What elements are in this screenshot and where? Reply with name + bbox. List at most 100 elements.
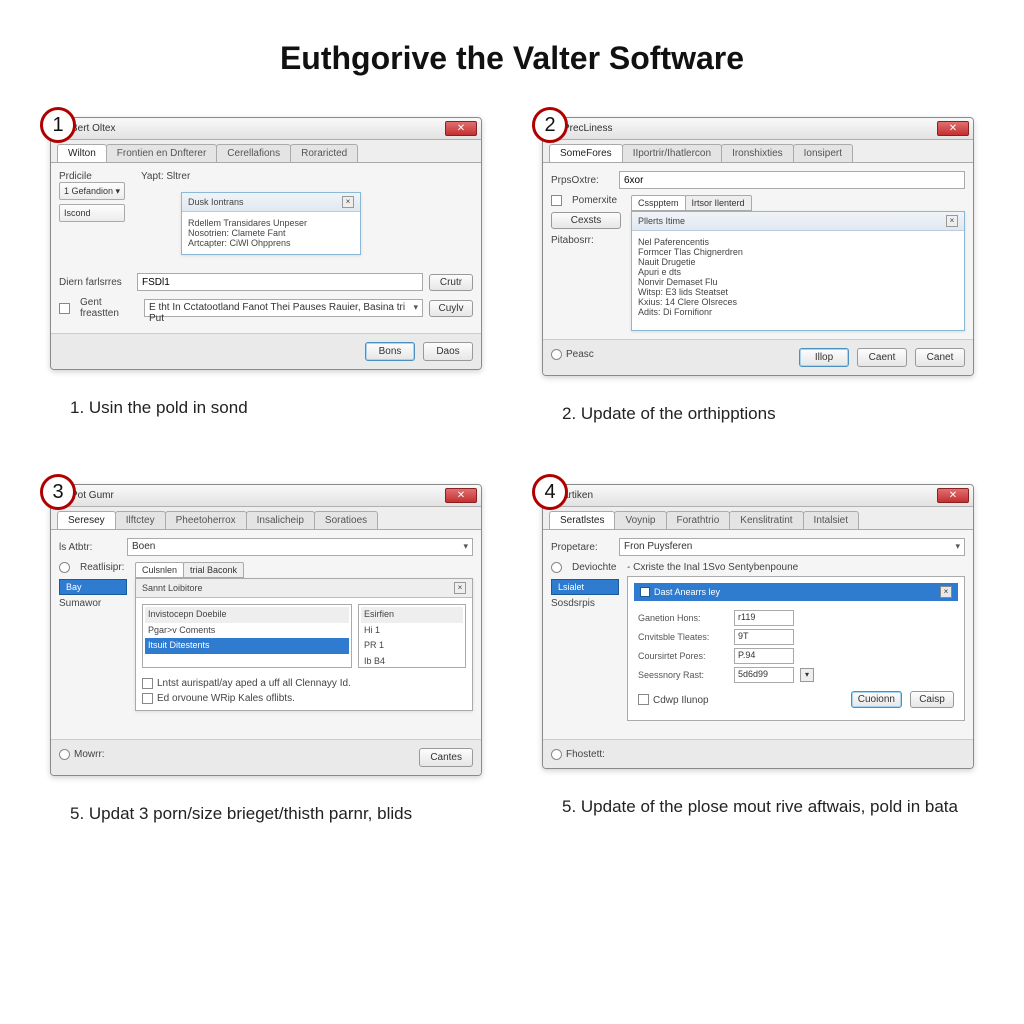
custom-button[interactable]: Cuoionn (851, 691, 902, 708)
titlebar[interactable]: Pot Gumr ✕ (51, 485, 481, 507)
tab-seratlstes[interactable]: Seratlstes (549, 511, 615, 529)
cexsts-button[interactable]: Cexsts (551, 212, 621, 229)
list-item: Formcer Tlas Chignerdren (638, 247, 958, 257)
sub-tab-irtsor[interactable]: Irtsor Ilenterd (685, 195, 752, 211)
field-input[interactable] (137, 273, 423, 291)
grid-panel: Sannt Loibitore × Invistocepn Doebile Pg… (135, 578, 473, 711)
panel-close-icon[interactable]: × (454, 582, 466, 594)
radio-option[interactable]: Fhostett: (551, 748, 605, 760)
panel-close-icon[interactable]: × (946, 215, 958, 227)
sidebar-item-bay[interactable]: Bay (59, 579, 127, 595)
canet-button[interactable]: Canet (915, 348, 965, 367)
list-item: Adits: Di Fornifionr (638, 307, 958, 317)
create-button[interactable]: Crutr (429, 274, 473, 291)
panel-header-band: Dast Anearrs ley × (634, 583, 958, 601)
tab-ilftctey[interactable]: Ilftctey (115, 511, 166, 529)
sub-tab-csspptem[interactable]: Csspptem (631, 195, 686, 211)
daos-button[interactable]: Daos (423, 342, 473, 361)
bons-button[interactable]: Bons (365, 342, 415, 361)
step-badge-4: 4 (532, 474, 568, 510)
sidebar-item-gefandion[interactable]: 1 Gefandion ▾ (59, 182, 125, 200)
titlebar[interactable]: PrecLiness ✕ (543, 118, 973, 140)
checkbox[interactable] (59, 303, 70, 314)
button-bar: Bons Daos (51, 333, 481, 369)
tab-wilton[interactable]: Wilton (57, 144, 107, 162)
prop-input[interactable]: 5d6d99 (734, 667, 794, 683)
step-4: 4 artiken ✕ Seratlstes Voynip Forathtrio… (542, 484, 974, 824)
sidebar-label: Prdicile (59, 171, 125, 182)
field-input[interactable] (619, 171, 965, 189)
combo-box[interactable]: Boen (127, 538, 473, 556)
close-icon[interactable]: ✕ (445, 121, 477, 136)
sub-tab-strip: Culsnlen trial Baconk (135, 562, 473, 578)
checkbox[interactable] (551, 195, 562, 206)
sub-tab-culsnlen[interactable]: Culsnlen (135, 562, 184, 578)
caent-button[interactable]: Caent (857, 348, 907, 367)
list-item[interactable]: Pgar>v Coments (145, 623, 349, 639)
panel-header: Pllerts Itime × (632, 212, 964, 231)
panel-line: Nosotrien: Clamete Fant (188, 228, 354, 238)
tab-ironshixties[interactable]: Ironshixties (721, 144, 794, 162)
titlebar[interactable]: artiken ✕ (543, 485, 973, 507)
tab-insalicheip[interactable]: Insalicheip (246, 511, 315, 529)
list-item: Nonvir Demaset Flu (638, 277, 958, 287)
prop-input[interactable]: 9T (734, 629, 794, 645)
tab-strip: Seratlstes Voynip Forathtrio Kenslitrati… (543, 507, 973, 529)
tab-voynip[interactable]: Voynip (614, 511, 666, 529)
tab-cerellafions[interactable]: Cerellafions (216, 144, 291, 162)
combo-box[interactable]: Fron Puysferen (619, 538, 965, 556)
sidebar-item-iscond[interactable]: Iscond (59, 204, 125, 222)
panel-line: Rdellem Transidares Unpeser (188, 218, 354, 228)
panel-close-icon[interactable]: × (940, 586, 952, 598)
illop-button[interactable]: Illop (799, 348, 849, 367)
radio[interactable] (551, 562, 562, 573)
caisp-button[interactable]: Caisp (910, 691, 954, 708)
close-icon[interactable]: ✕ (937, 488, 969, 503)
value-item: Hi 1 (361, 623, 463, 639)
checkbox-label: Pomerxite (572, 195, 617, 206)
step-caption: 5. Update of the plose mout rive aftwais… (542, 797, 974, 817)
tab-soratioes[interactable]: Soratioes (314, 511, 378, 529)
tab-intalsiet[interactable]: Intalsiet (803, 511, 859, 529)
window-title: Bert Oltex (71, 123, 115, 134)
option-check-2[interactable]: Ed orvoune WRip Kales oflibts. (142, 693, 466, 704)
sidebar-item-sumawor[interactable]: Sumawor (59, 598, 127, 609)
tab-ionsipert[interactable]: Ionsipert (793, 144, 853, 162)
radio-option[interactable]: Peasc (551, 348, 594, 367)
radio[interactable] (59, 562, 70, 573)
combo-box[interactable]: E tht In Cctatootland Fanot Thei Pauses … (144, 299, 423, 317)
tab-strip: Seresey Ilftctey Pheetoherrox Insalichei… (51, 507, 481, 529)
sidebar-label: Deviochte (572, 562, 616, 573)
sub-tab-trial[interactable]: trial Baconk (183, 562, 244, 578)
list-item: Nel Paferencentis (638, 237, 958, 247)
titlebar[interactable]: Bert Oltex ✕ (51, 118, 481, 140)
cantes-button[interactable]: Cantes (419, 748, 473, 767)
close-icon[interactable]: ✕ (937, 121, 969, 136)
list-item-selected[interactable]: Itsuit Ditestents (145, 638, 349, 654)
close-icon[interactable]: ✕ (445, 488, 477, 503)
step-3: 3 Pot Gumr ✕ Seresey Ilftctey Pheetoherr… (50, 484, 482, 824)
radio-option[interactable]: Mowrr: (59, 748, 105, 767)
tab-iportrir[interactable]: IIportrir/Ihatlercon (622, 144, 722, 162)
cuylv-button[interactable]: Cuylv (429, 300, 473, 317)
option-check-1[interactable]: Lntst aurispatl/ay aped a uff all Clenna… (142, 678, 466, 689)
step-1: 1 Bert Oltex ✕ Wilton Frontien en Dnfter… (50, 117, 482, 424)
stepper-icon[interactable]: ▾ (800, 668, 814, 682)
panel-close-icon[interactable]: × (342, 196, 354, 208)
tab-seresey[interactable]: Seresey (57, 511, 116, 529)
tab-somefores[interactable]: SomeFores (549, 144, 623, 162)
value-box[interactable]: Esirfien Hi 1 PR 1 Ib B4 (358, 604, 466, 668)
cdwp-check[interactable]: Cdwp Ilunop (638, 694, 709, 706)
sidebar-item-lsialet[interactable]: Lsialet (551, 579, 619, 595)
dialog-2: PrecLiness ✕ SomeFores IIportrir/Ihatler… (542, 117, 974, 376)
info-panel: Dusk Iontrans × Rdellem Transidares Unpe… (181, 192, 361, 255)
list-box[interactable]: Invistocepn Doebile Pgar>v Coments Itsui… (142, 604, 352, 668)
prop-input[interactable]: P.94 (734, 648, 794, 664)
tab-frontien[interactable]: Frontien en Dnfterer (106, 144, 218, 162)
tab-forathtrio[interactable]: Forathtrio (666, 511, 731, 529)
sidebar-item-sosdsrpis[interactable]: Sosdsrpis (551, 598, 619, 609)
tab-kenslitratint[interactable]: Kenslitratint (729, 511, 803, 529)
tab-roraricted[interactable]: Roraricted (290, 144, 358, 162)
prop-input[interactable]: r119 (734, 610, 794, 626)
tab-pheetoherrox[interactable]: Pheetoherrox (165, 511, 247, 529)
